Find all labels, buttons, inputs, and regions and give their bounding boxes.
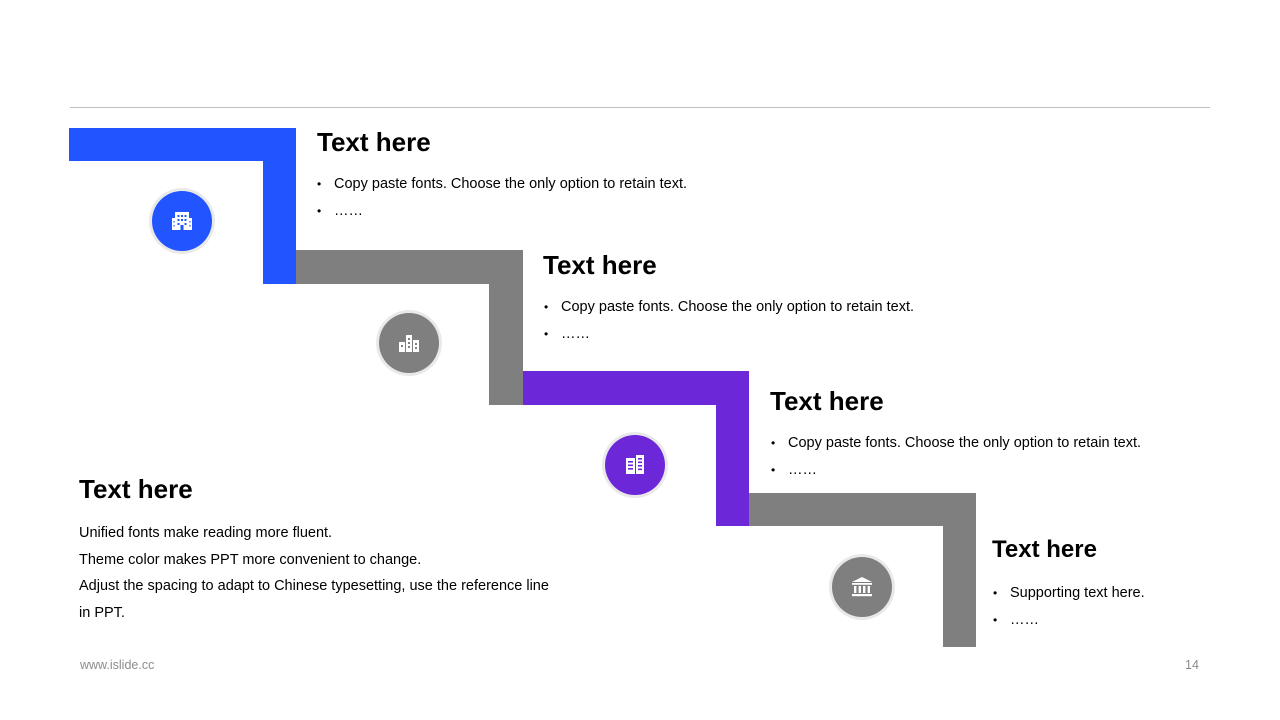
step-4-bullets: Supporting text here. …… <box>993 580 1145 634</box>
step-3-vertical-bar <box>716 371 749 526</box>
summary-text: Unified fonts make reading more fluent. … <box>79 520 559 626</box>
step-1-horizontal-bar <box>69 128 296 161</box>
apartment-building-icon <box>626 455 644 474</box>
step-1-bullets: Copy paste fonts. Choose the only option… <box>317 171 687 225</box>
step-2-icon-circle <box>379 313 439 373</box>
city-buildings-icon <box>399 335 419 352</box>
step-1-bullet-2: …… <box>317 198 687 225</box>
step-3-title: Text here <box>770 386 884 416</box>
step-4-bullet-2: …… <box>993 607 1145 634</box>
step-2-title: Text here <box>543 250 657 280</box>
bank-icon <box>852 577 872 597</box>
step-4-title: Text here <box>992 536 1097 563</box>
summary-line-3: Adjust the spacing to adapt to Chinese t… <box>79 578 549 621</box>
step-1-vertical-bar <box>263 128 296 284</box>
step-2-bullet-2: …… <box>544 321 914 348</box>
step-1-title: Text here <box>317 127 431 157</box>
step-3-bullets: Copy paste fonts. Choose the only option… <box>771 430 1141 484</box>
step-1-icon-circle <box>152 191 212 251</box>
step-3-bullet-2: …… <box>771 457 1141 484</box>
step-4-bullet-1: Supporting text here. <box>993 580 1145 607</box>
step-1-bullet-1: Copy paste fonts. Choose the only option… <box>317 171 687 198</box>
step-2-vertical-bar <box>489 250 523 405</box>
footer-website: www.islide.cc <box>80 658 155 672</box>
step-2-bullet-1: Copy paste fonts. Choose the only option… <box>544 294 914 321</box>
step-2-bullets: Copy paste fonts. Choose the only option… <box>544 294 914 348</box>
step-4-horizontal-bar <box>749 493 976 526</box>
top-divider <box>70 107 1210 108</box>
office-building-icon <box>172 212 192 230</box>
step-3-icon-circle <box>605 435 665 495</box>
page-number: 14 <box>1185 658 1199 672</box>
summary-title: Text here <box>79 474 193 504</box>
step-4-vertical-bar <box>943 493 976 647</box>
summary-line-2: Theme color makes PPT more convenient to… <box>79 551 422 568</box>
step-4-icon-circle <box>832 557 892 617</box>
summary-line-1: Unified fonts make reading more fluent. <box>79 525 333 541</box>
step-3-bullet-1: Copy paste fonts. Choose the only option… <box>771 430 1141 457</box>
